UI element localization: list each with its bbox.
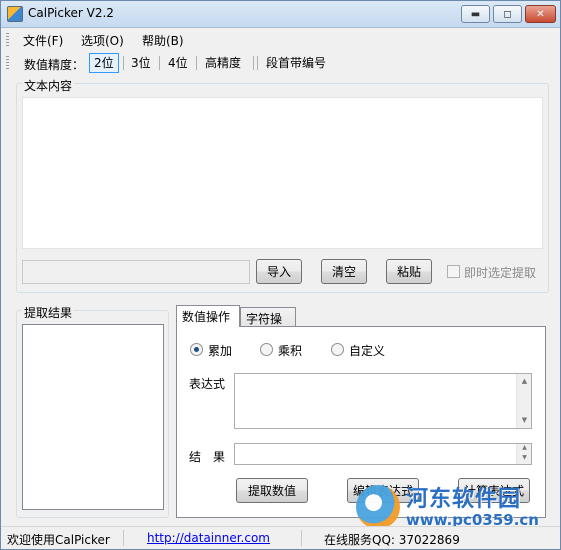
extract-result-list[interactable]: [22, 324, 164, 510]
numeric-tab-panel: 累加 乘积 自定义 表达式 ▲ ▼ 结 果 ▲ ▼ 提取数值 编辑表达式 计算表…: [176, 326, 546, 518]
edit-expression-label: 编辑表达式: [352, 484, 413, 498]
tab-numeric[interactable]: 数值操作: [176, 305, 240, 327]
paste-button[interactable]: 粘贴: [386, 259, 432, 284]
minimize-button[interactable]: ▬: [461, 5, 490, 23]
calc-expression-button[interactable]: 计算表达式: [458, 478, 530, 503]
edit-expression-button[interactable]: 编辑表达式: [347, 478, 419, 503]
toolbar-separator: [257, 56, 258, 70]
extract-values-button[interactable]: 提取数值: [236, 478, 308, 503]
status-qq: 在线服务QQ: 37022869: [324, 533, 460, 547]
close-icon: ✕: [536, 8, 545, 20]
paste-button-label: 粘贴: [396, 265, 421, 279]
close-button[interactable]: ✕: [525, 5, 556, 23]
calc-expression-label: 计算表达式: [463, 484, 524, 498]
result-field[interactable]: ▲ ▼: [234, 443, 532, 465]
expression-label: 表达式: [189, 377, 226, 391]
sum-label: 累加: [208, 344, 233, 358]
sum-radio[interactable]: [190, 343, 203, 356]
clear-button-label: 清空: [331, 265, 356, 279]
import-button-label: 导入: [266, 265, 291, 279]
maximize-button[interactable]: ◻: [493, 5, 522, 23]
text-content-area[interactable]: [22, 97, 543, 249]
precision-3-button[interactable]: 3位: [126, 53, 156, 73]
result-label: 结 果: [189, 450, 226, 464]
extract-result-title: 提取结果: [22, 304, 75, 321]
minimize-icon: ▬: [470, 8, 481, 20]
menu-file[interactable]: 文件(F): [23, 32, 63, 49]
toolbar-grip-icon[interactable]: [6, 56, 9, 70]
custom-radio[interactable]: [331, 343, 344, 356]
expression-scrollbar[interactable]: ▲ ▼: [516, 374, 531, 428]
precision-label: 数值精度：: [24, 58, 85, 72]
maximize-icon: ◻: [503, 8, 512, 20]
product-label: 乘积: [278, 344, 303, 358]
paragraph-number-button[interactable]: 段首带编号: [261, 53, 331, 73]
status-welcome: 欢迎使用CalPicker: [7, 533, 110, 547]
scroll-up-icon[interactable]: ▲: [517, 443, 532, 453]
menu-help[interactable]: 帮助(B): [142, 32, 184, 49]
toolbar: 数值精度： 2位 3位 4位 高精度 段首带编号: [1, 51, 560, 75]
clear-button[interactable]: 清空: [321, 259, 367, 284]
auto-extract-checkbox[interactable]: [447, 265, 460, 278]
menu-options[interactable]: 选项(O): [81, 32, 124, 49]
expression-field[interactable]: ▲ ▼: [234, 373, 532, 429]
title-bar[interactable]: CalPicker V2.2 ▬ ◻ ✕: [1, 1, 560, 28]
status-bar: 欢迎使用CalPicker http://datainner.com 在线服务Q…: [1, 526, 560, 549]
app-window: CalPicker V2.2 ▬ ◻ ✕ 文件(F) 选项(O) 帮助(B) 数…: [0, 0, 561, 550]
toolbar-separator: [196, 56, 197, 70]
app-logo-icon: [7, 6, 23, 22]
toolbar-separator: [159, 56, 160, 70]
scroll-down-icon[interactable]: ▼: [517, 453, 532, 463]
auto-extract-label: 即时选定提取: [464, 266, 537, 280]
tab-string[interactable]: 字符操作: [240, 307, 296, 343]
extract-values-label: 提取数值: [247, 484, 296, 498]
window-title: CalPicker V2.2: [28, 6, 114, 20]
status-separator: [123, 530, 124, 546]
precision-2-button[interactable]: 2位: [89, 53, 119, 73]
website-link[interactable]: http://datainner.com: [147, 531, 270, 545]
import-button[interactable]: 导入: [256, 259, 302, 284]
precision-4-button[interactable]: 4位: [163, 53, 193, 73]
toolbar-separator: [253, 56, 254, 70]
file-path-field[interactable]: [22, 260, 250, 284]
scroll-down-icon[interactable]: ▼: [517, 413, 532, 428]
scroll-up-icon[interactable]: ▲: [517, 374, 532, 389]
result-scrollbar[interactable]: ▲ ▼: [516, 444, 531, 464]
custom-label: 自定义: [349, 344, 386, 358]
menu-grip-icon[interactable]: [6, 33, 9, 47]
text-content-title: 文本内容: [22, 77, 75, 94]
toolbar-separator: [123, 56, 124, 70]
product-radio[interactable]: [260, 343, 273, 356]
menu-bar: 文件(F) 选项(O) 帮助(B): [1, 29, 560, 51]
status-separator: [301, 530, 302, 546]
tab-numeric-label: 数值操作: [182, 310, 231, 324]
high-precision-button[interactable]: 高精度: [200, 53, 246, 73]
